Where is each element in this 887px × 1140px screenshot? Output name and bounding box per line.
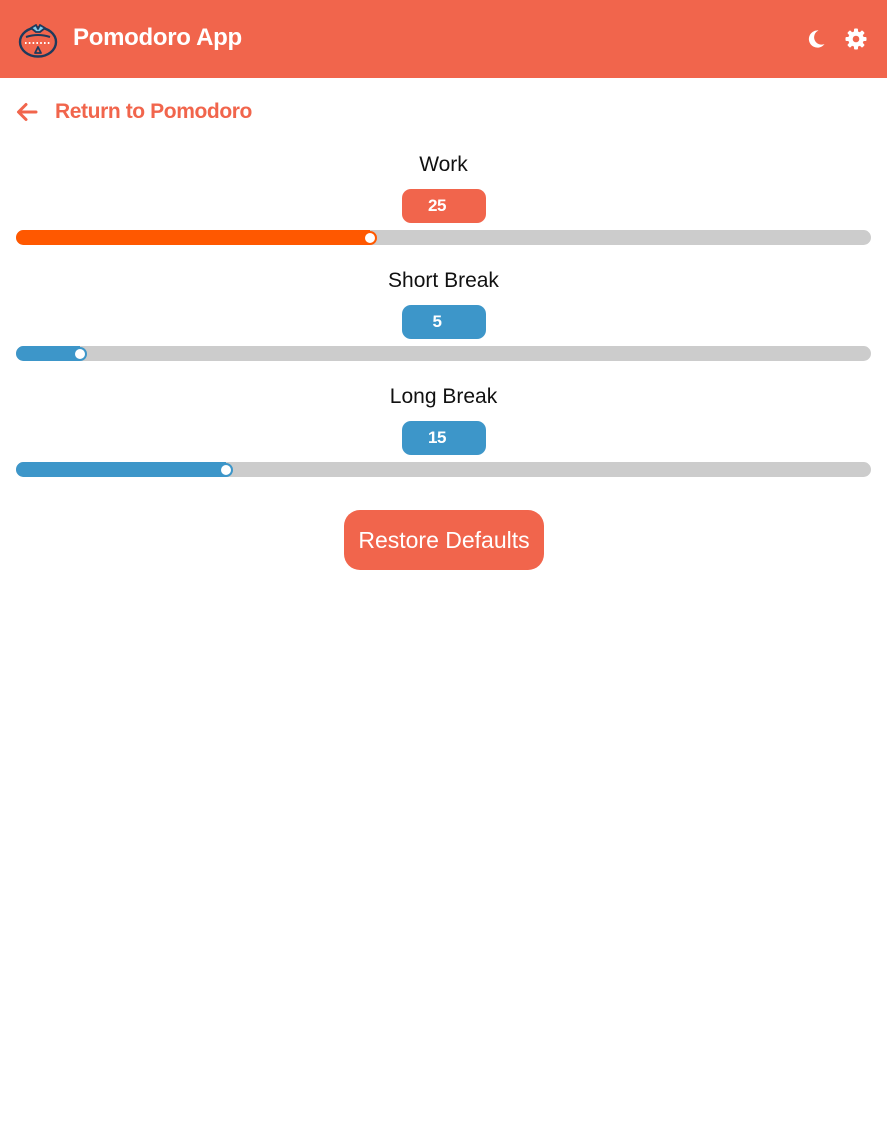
long-break-setting: Long Break 15 bbox=[16, 383, 871, 483]
work-label: Work bbox=[419, 153, 468, 176]
app-header: Pomodoro App bbox=[0, 0, 887, 78]
long-break-value-badge: 15 bbox=[402, 421, 486, 455]
long-break-slider-fill bbox=[16, 462, 227, 477]
long-break-slider-thumb[interactable] bbox=[219, 462, 234, 477]
work-value-badge: 25 bbox=[402, 189, 486, 223]
return-to-pomodoro-link[interactable]: Return to Pomodoro bbox=[15, 97, 252, 127]
short-break-setting: Short Break 5 bbox=[16, 267, 871, 367]
short-break-value-badge: 5 bbox=[402, 305, 486, 339]
short-break-slider-track[interactable] bbox=[16, 346, 871, 361]
work-slider-track[interactable] bbox=[16, 230, 871, 245]
work-slider-thumb[interactable] bbox=[362, 230, 377, 245]
app-title: Pomodoro App bbox=[73, 24, 242, 51]
long-break-label: Long Break bbox=[389, 385, 498, 408]
short-break-value: 5 bbox=[432, 312, 442, 331]
long-break-slider-track[interactable] bbox=[16, 462, 871, 477]
short-break-slider-thumb[interactable] bbox=[73, 346, 88, 361]
return-to-pomodoro-label: Return to Pomodoro bbox=[55, 100, 252, 123]
work-value: 25 bbox=[428, 196, 446, 215]
short-break-slider-fill bbox=[16, 346, 81, 361]
moon-icon[interactable] bbox=[804, 27, 828, 51]
work-setting: Work 25 bbox=[16, 151, 871, 251]
work-slider-fill bbox=[16, 230, 370, 245]
long-break-value: 15 bbox=[428, 428, 446, 447]
short-break-label: Short Break bbox=[388, 269, 499, 292]
arrow-left-icon bbox=[17, 103, 38, 121]
tomato-timer-logo-icon bbox=[18, 24, 58, 58]
gear-icon[interactable] bbox=[844, 27, 868, 51]
restore-defaults-button[interactable]: Restore Defaults bbox=[344, 510, 544, 570]
